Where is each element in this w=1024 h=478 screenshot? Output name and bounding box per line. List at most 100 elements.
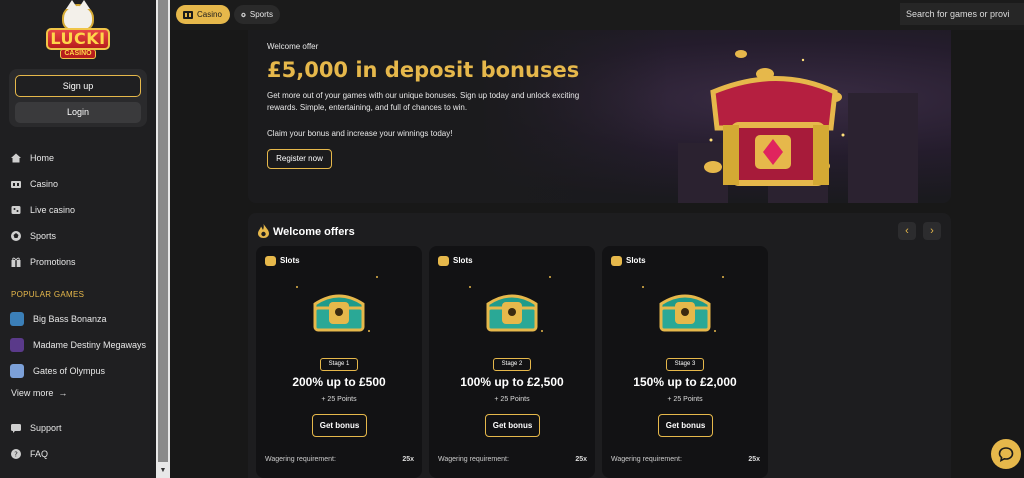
sports-icon: [241, 12, 246, 17]
game-item-madame-destiny[interactable]: Madame Destiny Megaways: [10, 337, 146, 353]
slots-icon: [611, 256, 622, 266]
sports-icon: [10, 230, 22, 242]
hero-title: £5,000 in deposit bonuses: [267, 58, 580, 82]
card-category: Slots: [453, 256, 473, 265]
tab-casino[interactable]: Casino: [176, 5, 230, 24]
sidebar-item-label: Home: [30, 153, 55, 163]
sidebar-item-label: Casino: [30, 179, 59, 189]
chevron-right-icon: ›: [930, 225, 934, 237]
bonus-points: + 25 Points: [321, 396, 357, 403]
game-thumbnail: [10, 364, 24, 378]
chat-icon: [998, 447, 1014, 462]
lucki-casino-logo[interactable]: LUCKI CASINO: [44, 0, 112, 60]
slots-icon: [438, 256, 449, 266]
welcome-offer-banner: Welcome offer £5,000 in deposit bonuses …: [248, 30, 951, 203]
wagering-label: Wagering requirement:: [611, 456, 682, 463]
bonus-points: + 25 Points: [667, 396, 703, 403]
signup-button[interactable]: Sign up: [15, 75, 141, 97]
search-input[interactable]: Search for games or provi: [900, 3, 1024, 25]
tab-label: Casino: [197, 10, 222, 19]
get-bonus-button[interactable]: Get bonus: [658, 414, 713, 437]
svg-text:?: ?: [14, 451, 18, 459]
view-more-link[interactable]: View more →: [11, 388, 67, 398]
offer-card: Slots Stage 2 100% up to £2,500 + 25 Poi…: [429, 246, 595, 478]
sidebar-item-label: Promotions: [30, 257, 76, 267]
offer-card: Slots Stage 1 200% up to £500 + 25 Point…: [256, 246, 422, 478]
slots-icon: [265, 256, 276, 266]
sparkle: [642, 286, 644, 288]
treasure-chest-icon: [313, 294, 365, 332]
sidebar-item-casino[interactable]: Casino: [10, 176, 58, 192]
game-item-gates-of-olympus[interactable]: Gates of Olympus: [10, 363, 105, 379]
register-now-button[interactable]: Register now: [267, 149, 332, 169]
top-bar: [170, 0, 1024, 30]
logo-sub: CASINO: [60, 49, 96, 59]
game-label: Madame Destiny Megaways: [33, 340, 147, 350]
pagoda-silhouette: [848, 93, 918, 203]
login-button[interactable]: Login: [15, 102, 141, 123]
get-bonus-button[interactable]: Get bonus: [485, 414, 540, 437]
casino-icon: [10, 178, 22, 190]
card-category: Slots: [280, 256, 300, 265]
bonus-amount: 150% up to £2,000: [633, 375, 737, 389]
sidebar-item-promotions[interactable]: Promotions: [10, 254, 76, 270]
hero-label: Welcome offer: [267, 42, 319, 51]
sparkle: [376, 276, 378, 278]
sidebar-item-live-casino[interactable]: Live casino: [10, 202, 75, 218]
hero-description: Get more out of your games with our uniq…: [267, 91, 580, 112]
sparkle: [549, 276, 551, 278]
sidebar-item-sports[interactable]: Sports: [10, 228, 56, 244]
stage-badge: Stage 2: [493, 358, 531, 371]
game-thumbnail: [10, 338, 24, 352]
sidebar: LUCKI CASINO Sign up Login Home Casino L…: [0, 0, 156, 478]
sidebar-item-home[interactable]: Home: [10, 150, 54, 166]
sidebar-item-label: Support: [30, 423, 62, 433]
scrollbar-thumb[interactable]: [158, 0, 168, 462]
wagering-value: 25x: [402, 456, 414, 463]
sidebar-item-support[interactable]: Support: [10, 420, 62, 436]
get-bonus-button[interactable]: Get bonus: [312, 414, 367, 437]
sparkle: [469, 286, 471, 288]
bonus-amount: 100% up to £2,500: [460, 375, 564, 389]
card-category: Slots: [626, 256, 646, 265]
sidebar-item-label: Live casino: [30, 205, 76, 215]
tab-sports[interactable]: Sports: [234, 5, 280, 24]
game-label: Gates of Olympus: [33, 366, 106, 376]
gift-icon: [10, 256, 22, 268]
carousel-prev-button[interactable]: ‹: [898, 222, 916, 240]
support-icon: [10, 422, 22, 434]
bonus-amount: 200% up to £500: [292, 375, 386, 389]
sparkle: [714, 330, 716, 332]
view-more-label: View more: [11, 388, 54, 398]
sparkle: [722, 276, 724, 278]
welcome-offers-title: Welcome offers: [273, 226, 355, 238]
carousel-next-button[interactable]: ›: [923, 222, 941, 240]
sparkle: [296, 286, 298, 288]
wagering-value: 25x: [575, 456, 587, 463]
offer-card: Slots Stage 3 150% up to £2,000 + 25 Poi…: [602, 246, 768, 478]
home-icon: [10, 152, 22, 164]
wagering-label: Wagering requirement:: [265, 456, 336, 463]
casino-icon: [183, 10, 193, 19]
scroll-down-arrow-icon[interactable]: ▼: [158, 467, 168, 475]
bonus-points: + 25 Points: [494, 396, 530, 403]
game-item-big-bass-bonanza[interactable]: Big Bass Bonanza: [10, 311, 107, 327]
chevron-left-icon: ‹: [905, 225, 909, 237]
treasure-chest-icon: [486, 294, 538, 332]
game-thumbnail: [10, 312, 24, 326]
stage-badge: Stage 3: [666, 358, 704, 371]
live-chat-button[interactable]: [991, 439, 1021, 469]
live-casino-icon: [10, 204, 22, 216]
treasure-chest-icon: [659, 294, 711, 332]
tab-label: Sports: [249, 10, 273, 19]
sparkle: [541, 330, 543, 332]
faq-icon: ?: [10, 448, 22, 460]
arrow-right-icon: →: [55, 388, 68, 398]
sparkle: [368, 330, 370, 332]
sidebar-item-faq[interactable]: ? FAQ: [10, 446, 48, 462]
popular-games-title: POPULAR GAMES: [11, 290, 85, 299]
banner-fade: [248, 30, 668, 203]
treasure-chest-illustration: [704, 50, 845, 186]
casino-app: LUCKI CASINO Sign up Login Home Casino L…: [0, 0, 1024, 478]
sidebar-item-label: FAQ: [30, 449, 49, 459]
